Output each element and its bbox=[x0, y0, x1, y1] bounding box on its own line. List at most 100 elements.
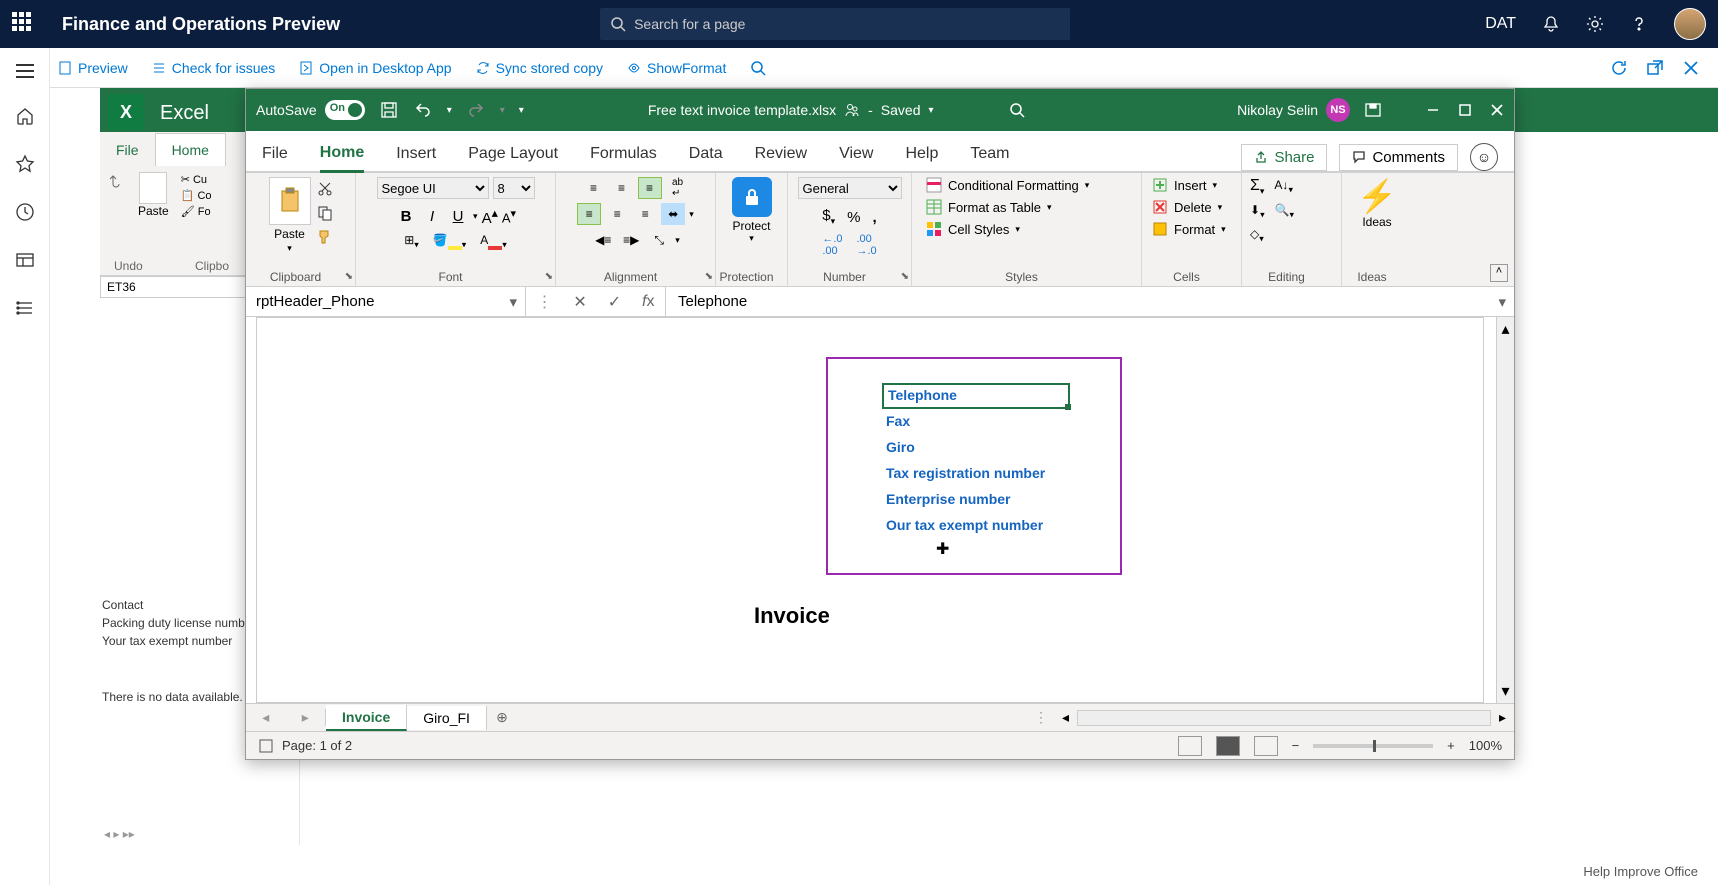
toolbar-search-icon[interactable] bbox=[750, 60, 766, 76]
merge-button[interactable]: ⬌ bbox=[661, 203, 685, 225]
align-bottom-button[interactable]: ≡ bbox=[638, 177, 662, 199]
decrease-decimal-button[interactable]: .00→.0 bbox=[857, 233, 877, 257]
align-left-button[interactable]: ≡ bbox=[577, 203, 601, 225]
font-name-select[interactable]: Segoe UI bbox=[377, 177, 489, 199]
tab-help[interactable]: Help bbox=[905, 135, 938, 171]
page-break-view-button[interactable] bbox=[1254, 736, 1278, 756]
user-initials[interactable]: NS bbox=[1326, 98, 1350, 122]
vertical-scrollbar[interactable]: ▴ ▾ bbox=[1496, 317, 1514, 703]
collapse-ribbon-icon[interactable]: ˄ bbox=[1490, 264, 1508, 282]
titlebar-search-icon[interactable] bbox=[1008, 101, 1026, 119]
paste-button[interactable] bbox=[269, 177, 311, 225]
align-right-button[interactable]: ≡ bbox=[633, 203, 657, 225]
help-improve-link[interactable]: Help Improve Office bbox=[1583, 864, 1698, 879]
save-icon[interactable] bbox=[379, 100, 399, 120]
clock-icon[interactable] bbox=[15, 202, 35, 222]
star-icon[interactable] bbox=[15, 154, 35, 174]
hamburger-icon[interactable] bbox=[16, 64, 34, 78]
autosave-toggle[interactable]: On bbox=[325, 100, 365, 120]
autosum-button[interactable]: Σ▾ bbox=[1250, 177, 1264, 197]
check-issues-button[interactable]: Check for issues bbox=[152, 60, 275, 76]
company-code[interactable]: DAT bbox=[1485, 15, 1516, 33]
bg-file-tab[interactable]: File bbox=[100, 134, 155, 166]
insert-cells-button[interactable]: Insert ▾ bbox=[1152, 177, 1217, 193]
format-cells-button[interactable]: Format ▾ bbox=[1152, 221, 1226, 237]
sync-button[interactable]: Sync stored copy bbox=[476, 60, 603, 76]
font-size-select[interactable]: 8 bbox=[493, 177, 535, 199]
tab-data[interactable]: Data bbox=[689, 135, 723, 171]
tab-home[interactable]: Home bbox=[320, 134, 364, 173]
align-center-button[interactable]: ≡ bbox=[605, 203, 629, 225]
help-icon[interactable] bbox=[1630, 15, 1648, 33]
comments-button[interactable]: Comments bbox=[1339, 144, 1458, 171]
cell-styles-button[interactable]: Cell Styles ▾ bbox=[926, 221, 1089, 237]
find-button[interactable]: 🔍▾ bbox=[1275, 203, 1294, 220]
app-launcher-icon[interactable] bbox=[12, 12, 36, 36]
open-desktop-button[interactable]: Open in Desktop App bbox=[299, 60, 451, 76]
sheet-nav-prev[interactable]: ◂ bbox=[262, 709, 269, 726]
cell-enterprise[interactable]: Enterprise number bbox=[882, 489, 1070, 515]
cell-tax-exempt[interactable]: Our tax exempt number bbox=[882, 515, 1070, 541]
sheet-nav-next[interactable]: ▸ bbox=[302, 709, 309, 726]
comma-button[interactable]: , bbox=[873, 209, 877, 226]
name-box[interactable]: rptHeader_Phone▾ bbox=[246, 287, 526, 316]
clear-button[interactable]: ◇▾ bbox=[1250, 227, 1264, 244]
sort-filter-button[interactable]: A↓▾ bbox=[1274, 178, 1293, 195]
zoom-percent[interactable]: 100% bbox=[1469, 738, 1502, 753]
home-icon[interactable] bbox=[15, 106, 35, 126]
user-avatar[interactable] bbox=[1674, 8, 1706, 40]
format-table-button[interactable]: Format as Table ▾ bbox=[926, 199, 1089, 215]
modules-icon[interactable] bbox=[15, 298, 35, 318]
hscroll-left[interactable]: ◂ bbox=[1062, 709, 1069, 726]
sheet-tab-options-icon[interactable]: ⋮ bbox=[1034, 709, 1054, 726]
preview-button[interactable]: Preview bbox=[58, 60, 128, 76]
fx-cancel-icon[interactable]: ✕ bbox=[573, 292, 586, 312]
orientation-button[interactable]: ⤡ bbox=[647, 229, 671, 251]
decrease-indent-button[interactable]: ◀≡ bbox=[591, 229, 615, 251]
maximize-icon[interactable] bbox=[1458, 103, 1472, 117]
feedback-icon[interactable]: ☺ bbox=[1470, 143, 1498, 171]
number-format-select[interactable]: General bbox=[798, 177, 902, 199]
cell-giro[interactable]: Giro bbox=[882, 437, 1070, 463]
formula-input[interactable]: Telephone▾ bbox=[666, 287, 1514, 316]
tab-view[interactable]: View bbox=[839, 135, 873, 171]
grow-font-button[interactable]: A▴ bbox=[482, 205, 498, 227]
fx-enter-icon[interactable]: ✓ bbox=[608, 292, 621, 312]
align-top-button[interactable]: ≡ bbox=[582, 177, 606, 199]
font-color-button[interactable]: A▾ bbox=[480, 233, 507, 250]
fx-icon[interactable]: fx bbox=[642, 293, 654, 311]
horizontal-scrollbar[interactable] bbox=[1077, 710, 1491, 726]
italic-button[interactable]: I bbox=[421, 208, 443, 225]
zoom-slider[interactable] bbox=[1313, 744, 1433, 748]
align-middle-button[interactable]: ≡ bbox=[610, 177, 634, 199]
bg-home-tab[interactable]: Home bbox=[155, 133, 226, 166]
gear-icon[interactable] bbox=[1586, 15, 1604, 33]
show-format-button[interactable]: ShowFormat bbox=[627, 60, 726, 76]
normal-view-button[interactable] bbox=[1178, 736, 1202, 756]
fill-color-button[interactable]: 🪣▾ bbox=[433, 233, 466, 250]
tab-review[interactable]: Review bbox=[755, 135, 807, 171]
fx-more-icon[interactable]: ⋮ bbox=[536, 292, 552, 312]
spreadsheet-canvas[interactable]: ▴ ▾ Telephone Fax Giro Tax registration … bbox=[246, 317, 1514, 703]
window-close-icon[interactable] bbox=[1490, 103, 1504, 117]
hscroll-right[interactable]: ▸ bbox=[1499, 709, 1506, 726]
tab-page-layout[interactable]: Page Layout bbox=[468, 135, 558, 171]
bell-icon[interactable] bbox=[1542, 15, 1560, 33]
zoom-out-button[interactable]: − bbox=[1292, 738, 1300, 753]
wrap-text-button[interactable]: ab↵ bbox=[666, 177, 690, 199]
tab-formulas[interactable]: Formulas bbox=[590, 135, 657, 171]
global-search[interactable]: Search for a page bbox=[600, 8, 1070, 40]
ideas-button[interactable]: ⚡ bbox=[1357, 177, 1397, 215]
conditional-formatting-button[interactable]: Conditional Formatting ▾ bbox=[926, 177, 1089, 193]
redo-icon[interactable] bbox=[466, 100, 486, 120]
underline-button[interactable]: U bbox=[447, 208, 469, 225]
shrink-font-button[interactable]: A▾ bbox=[502, 207, 516, 225]
popout-icon[interactable] bbox=[1646, 59, 1664, 77]
tab-team[interactable]: Team bbox=[970, 135, 1009, 171]
zoom-in-button[interactable]: + bbox=[1447, 738, 1455, 753]
fill-button[interactable]: ⬇▾ bbox=[1250, 203, 1265, 220]
bold-button[interactable]: B bbox=[395, 208, 417, 225]
sheet-tab-invoice[interactable]: Invoice bbox=[326, 705, 407, 731]
cell-tax-reg[interactable]: Tax registration number bbox=[882, 463, 1070, 489]
accounting-button[interactable]: $▾ bbox=[822, 207, 835, 227]
